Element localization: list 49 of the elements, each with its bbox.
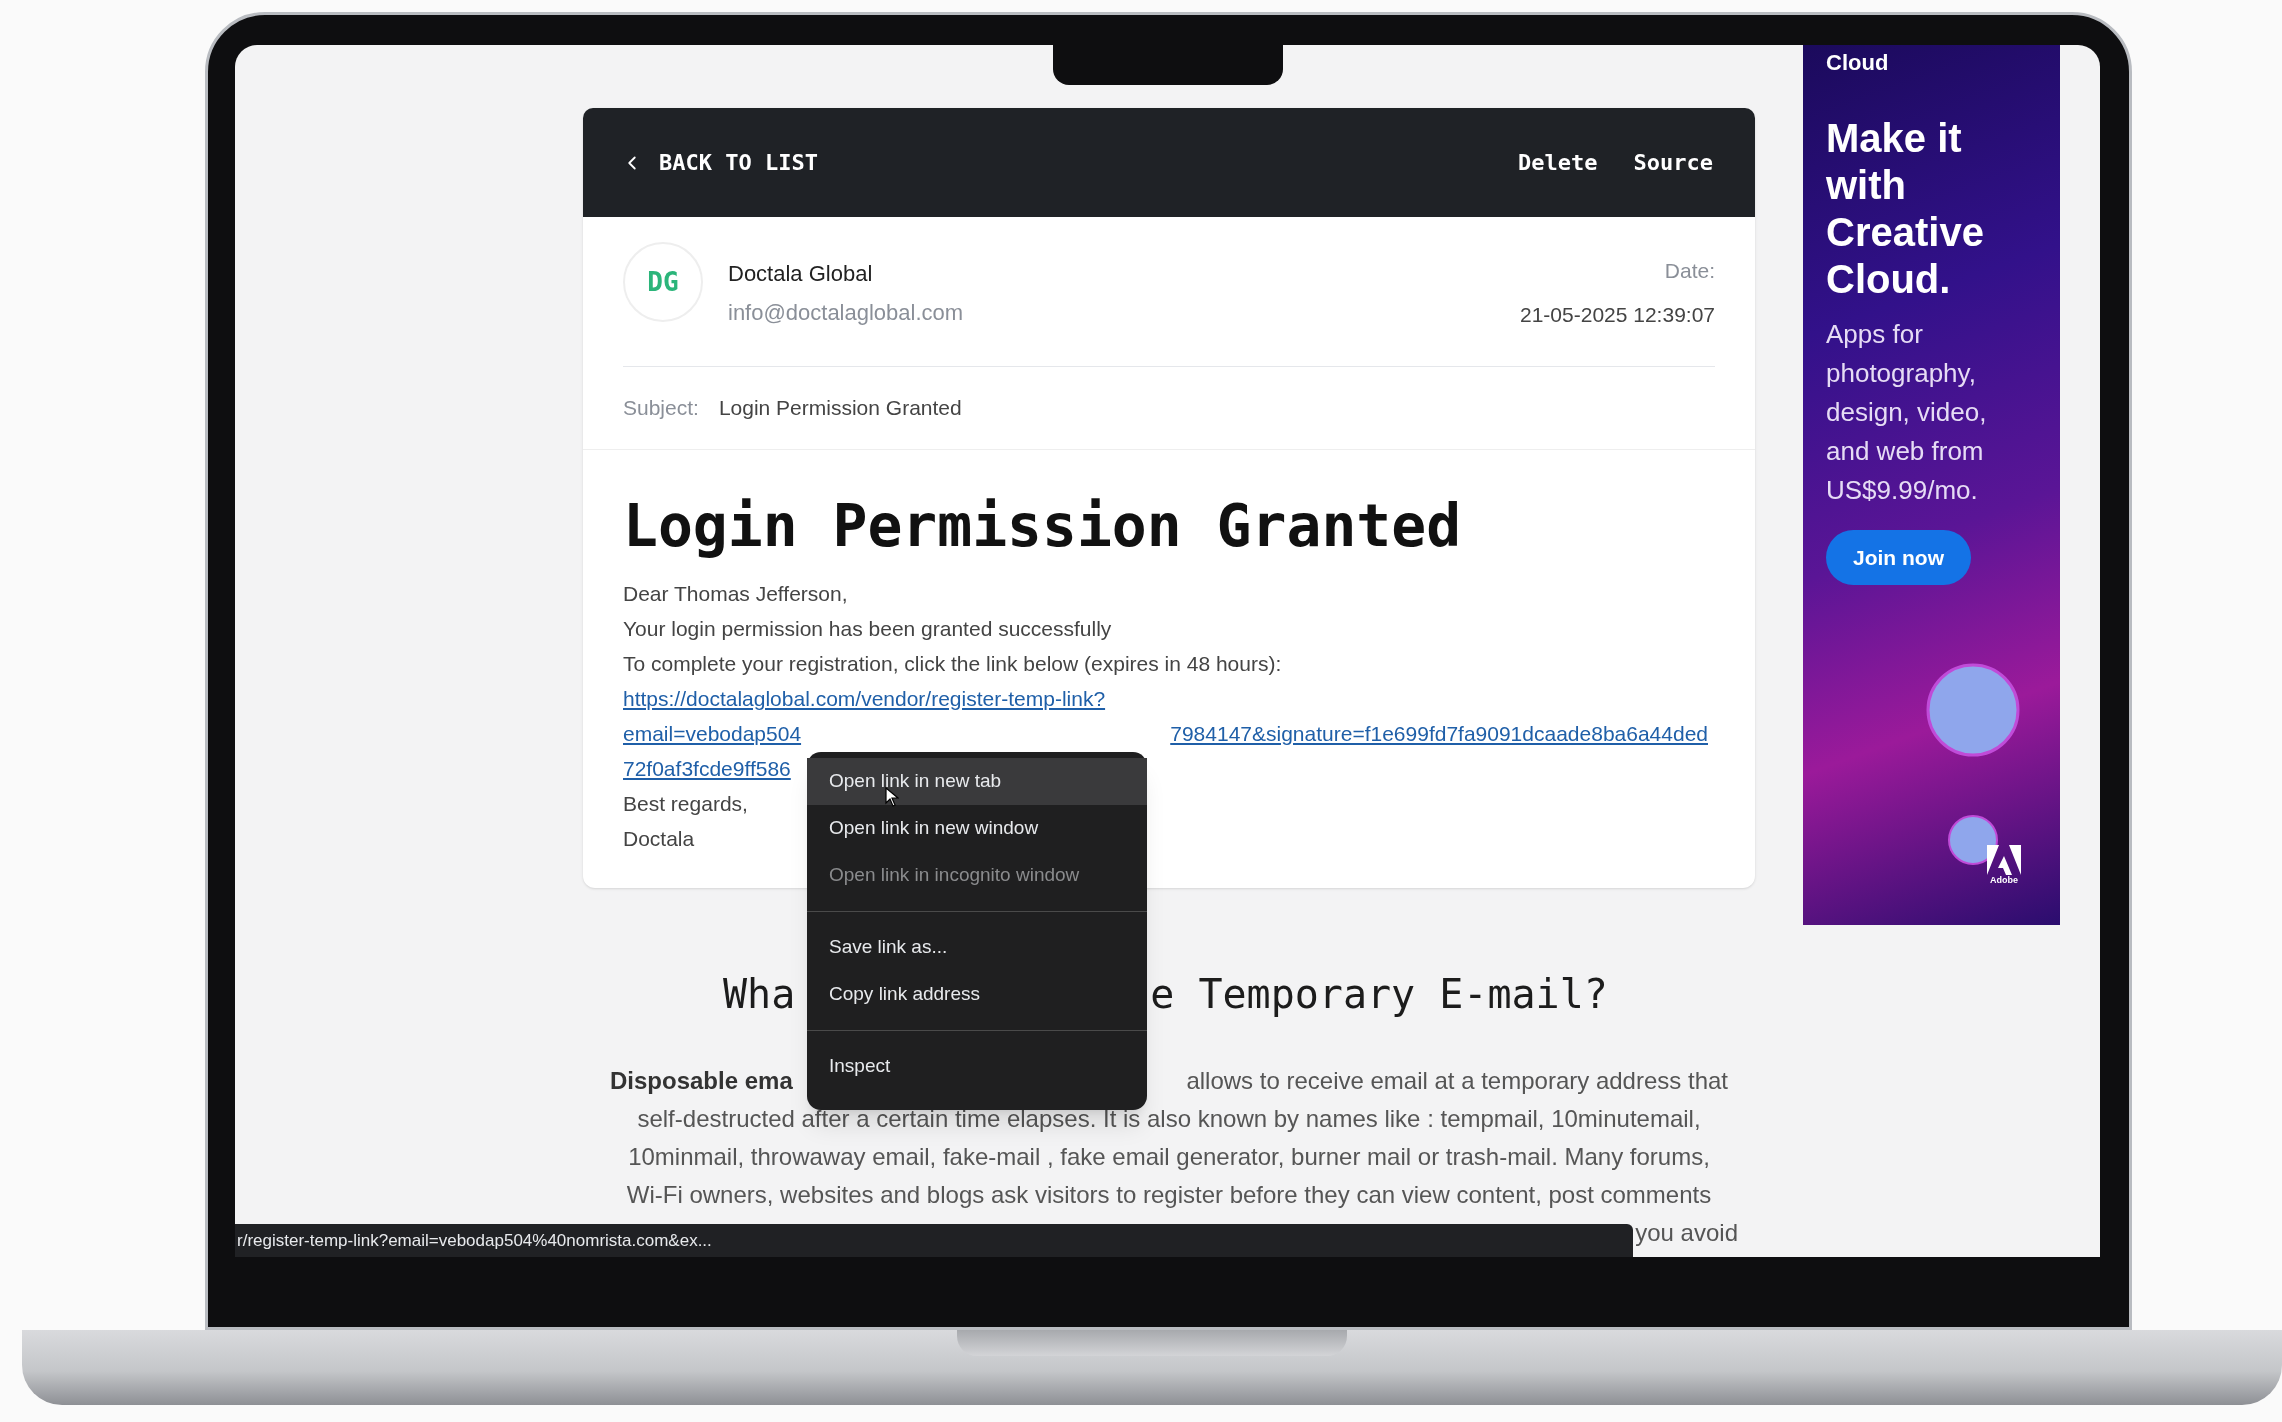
menu-item[interactable]: Inspect bbox=[807, 1043, 1147, 1090]
message-title: Login Permission Granted bbox=[623, 491, 1463, 562]
ad-headline: Cloud. bbox=[1826, 256, 1951, 303]
ad-headline: with bbox=[1826, 162, 1906, 209]
article-text: self-destructed after a certain time elapses. It is also known by names like : tempmail, 10minutemail, bbox=[637, 1104, 1701, 1134]
join-now-button[interactable]: Join now bbox=[1826, 530, 1971, 585]
link-preview-url: r/register-temp-link?email=vebodap504%40nomrista.com&ex... bbox=[237, 1229, 712, 1252]
article-text: 10minmail, throwaway email, fake-mail , fake email generator, burner mail or trash-mail. Many forums, bbox=[628, 1142, 1710, 1172]
message-line: To complete your registration, click the link below (expires in 48 hours): bbox=[623, 651, 1282, 677]
sender-email: info@doctalaglobal.com bbox=[728, 299, 964, 327]
ad-body-text: Apps for bbox=[1826, 318, 1923, 351]
menu-item[interactable]: Copy link address bbox=[807, 971, 1147, 1018]
article-text: you avoid bbox=[1635, 1218, 1738, 1248]
menu-item[interactable]: Open link in new tab bbox=[807, 758, 1147, 805]
ad-body-text: design, video, bbox=[1826, 396, 1987, 429]
registration-link[interactable]: email=vebodap504 bbox=[623, 716, 802, 751]
article-text: allows to receive email at a temporary address that bbox=[1186, 1066, 1728, 1096]
subject-value: Login Permission Granted bbox=[718, 395, 962, 422]
closing-line: Doctala bbox=[623, 826, 695, 852]
article-text: Wi-Fi owners, websites and blogs ask visitors to register before they can view content, post comments bbox=[626, 1180, 1712, 1210]
registration-link[interactable]: https://doctalaglobal.com/vendor/register-temp-link? bbox=[623, 681, 1106, 716]
sender-avatar: DG bbox=[623, 242, 703, 322]
message-line: Dear Thomas Jefferson, bbox=[623, 581, 848, 607]
message-line: Your login permission has been granted successfully bbox=[623, 616, 1112, 642]
menu-item[interactable]: Open link in new window bbox=[807, 805, 1147, 852]
date-value: 21-05-2025 12:39:07 bbox=[1520, 301, 1715, 328]
menu-item[interactable]: Save link as... bbox=[807, 924, 1147, 971]
subject-label: Subject: bbox=[623, 395, 699, 422]
ad-body-text: US$9.99/mo. bbox=[1826, 474, 1978, 507]
sender-name: Doctala Global bbox=[728, 260, 874, 288]
ad-brand: Cloud bbox=[1826, 51, 1889, 75]
ad-headline: Make it bbox=[1826, 115, 1962, 162]
article-heading: Wha bbox=[723, 970, 796, 1018]
back-to-list-label: BACK TO LIST bbox=[659, 149, 818, 177]
registration-link[interactable]: 72f0af3fcde9ff586 bbox=[623, 751, 791, 786]
toolbar-action-button[interactable]: Source bbox=[1625, 146, 1721, 179]
registration-link[interactable]: 7984147&signature=f1e699fd7fa9091dcaade8ba6a44ded bbox=[1170, 716, 1708, 751]
ad-body-text: photography, bbox=[1826, 357, 1976, 390]
ad-body-text: and web from bbox=[1826, 435, 1984, 468]
date-label: Date: bbox=[1664, 258, 1715, 284]
mouse-pointer-icon bbox=[885, 787, 899, 807]
ad-headline: Creative bbox=[1826, 209, 1984, 256]
closing-line: Best regards, bbox=[623, 791, 748, 817]
logo-text: Adobe bbox=[1990, 875, 2018, 886]
back-to-list-button[interactable]: BACK TO LIST bbox=[621, 146, 818, 179]
logo-icon bbox=[1987, 845, 2021, 875]
article-text: Disposable ema bbox=[610, 1066, 793, 1096]
article-heading: e Temporary E-mail? bbox=[1150, 970, 1608, 1018]
toolbar-action-button[interactable]: Delete bbox=[1510, 146, 1606, 179]
